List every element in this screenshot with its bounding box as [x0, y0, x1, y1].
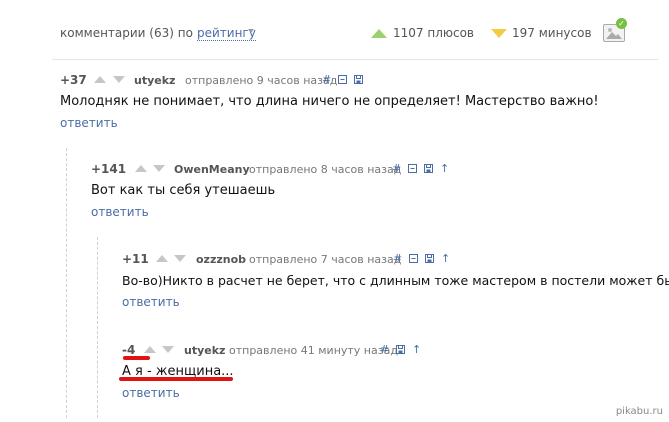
- parent-arrow-icon[interactable]: ↑: [412, 343, 422, 356]
- comment-meta: -4 utyekz отправлено 41 минуту назад # ↑: [122, 342, 652, 358]
- collapse-icon[interactable]: [408, 162, 418, 174]
- comment-meta: +11 ozzznob отправлено 7 часов назад # ↑: [122, 251, 652, 267]
- watermark: pikabu.ru: [615, 406, 663, 417]
- comment: +37 utyekz отправлено 9 часов назад # Мо…: [60, 72, 660, 142]
- downvote-icon[interactable]: [162, 346, 174, 353]
- plus-triangle-icon: [371, 29, 387, 38]
- reply-link[interactable]: ответить: [60, 116, 118, 130]
- save-icon[interactable]: [354, 73, 364, 85]
- header-divider: [52, 59, 658, 60]
- hash-icon[interactable]: #: [380, 343, 390, 356]
- comment-time: отправлено 8 часов назад: [249, 163, 402, 176]
- minus-triangle-icon: [491, 29, 507, 38]
- upvote-icon[interactable]: [156, 255, 168, 262]
- parent-arrow-icon[interactable]: ↑: [440, 162, 450, 175]
- upvote-icon[interactable]: [135, 165, 147, 172]
- checkmark-icon: ✓: [616, 18, 627, 29]
- reply-link[interactable]: ответить: [122, 295, 180, 309]
- plus-count: 1107 плюсов: [393, 26, 474, 40]
- highlight-underline-rating: [123, 356, 150, 360]
- thread-line: [97, 237, 98, 418]
- comment-text: Вот как ты себя утешаешь: [91, 183, 276, 198]
- comments-header: комментарии (63) по рейтингу 1107 плюсов…: [60, 18, 627, 50]
- reply-link[interactable]: ответить: [122, 386, 180, 400]
- comments-count-label: комментарии (63) по: [60, 26, 193, 40]
- comment-author[interactable]: utyekz: [184, 344, 225, 357]
- comment-text: Молодняк не понимает, что длина ничего н…: [60, 94, 599, 109]
- comment-time: отправлено 41 минуту назад: [229, 344, 398, 357]
- comment-meta: +141 OwenMeany отправлено 8 часов назад …: [91, 161, 651, 177]
- caret-down-icon[interactable]: [248, 29, 254, 33]
- comment-rating: +11: [122, 252, 149, 266]
- thread-line: [66, 148, 67, 418]
- comment-text: Во-во)Никто в расчет не берет, что с дли…: [122, 273, 669, 288]
- collapse-icon[interactable]: [409, 252, 419, 264]
- save-icon[interactable]: [425, 252, 435, 264]
- downvote-icon[interactable]: [113, 76, 125, 83]
- comment-time: отправлено 7 часов назад: [249, 253, 402, 266]
- comment-author[interactable]: ozzznob: [196, 253, 246, 266]
- hash-icon[interactable]: #: [322, 73, 332, 86]
- comment-rating: +141: [91, 162, 127, 176]
- minus-count: 197 минусов: [512, 26, 592, 40]
- comment: +141 OwenMeany отправлено 8 часов назад …: [91, 161, 651, 231]
- comment-rating: +37: [60, 73, 87, 87]
- hash-icon[interactable]: #: [392, 162, 402, 175]
- collapse-icon[interactable]: [338, 73, 348, 85]
- downvote-icon[interactable]: [174, 255, 186, 262]
- reply-link[interactable]: ответить: [91, 205, 149, 219]
- save-icon[interactable]: [396, 343, 406, 355]
- upvote-icon[interactable]: [144, 346, 156, 353]
- comment-author[interactable]: utyekz: [134, 74, 175, 87]
- comment-author[interactable]: OwenMeany: [174, 163, 250, 176]
- downvote-icon[interactable]: [153, 165, 165, 172]
- parent-arrow-icon[interactable]: ↑: [441, 252, 451, 265]
- comment-time: отправлено 9 часов назад: [185, 74, 338, 87]
- hash-icon[interactable]: #: [393, 252, 403, 265]
- highlight-underline-text: [119, 377, 233, 381]
- save-icon[interactable]: [424, 162, 434, 174]
- comment: +11 ozzznob отправлено 7 часов назад # ↑…: [122, 251, 669, 321]
- upvote-icon[interactable]: [94, 76, 106, 83]
- comment-meta: +37 utyekz отправлено 9 часов назад #: [60, 72, 660, 88]
- comment-rating: -4: [122, 343, 136, 357]
